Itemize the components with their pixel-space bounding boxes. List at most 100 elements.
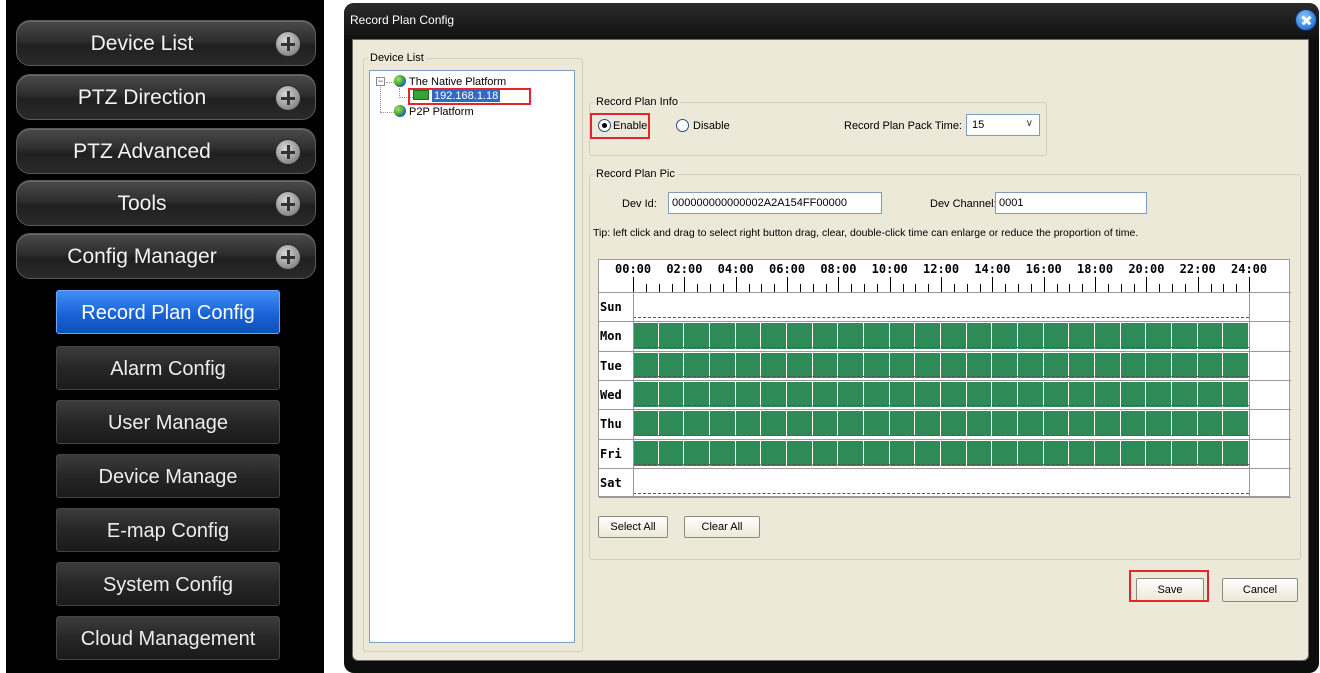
scheduled-hour-cell[interactable] [966,381,993,408]
scheduled-hour-cell[interactable] [684,381,710,408]
scheduled-hour-cell[interactable] [915,323,941,349]
scheduled-hour-cell[interactable] [658,323,685,349]
scheduled-hour-cell[interactable] [1018,352,1044,378]
submenu-e-map-config[interactable]: E-map Config [56,508,280,552]
scheduled-hour-cell[interactable] [658,381,685,408]
scheduled-hour-cell[interactable] [966,352,993,378]
chevron-down-icon[interactable]: ∨ [1026,118,1033,129]
scheduled-hour-cell[interactable] [761,323,787,349]
tree-node-native-platform[interactable]: The Native Platform [394,75,506,89]
scheduled-hour-cell[interactable] [838,323,864,349]
submenu-cloud-management[interactable]: Cloud Management [56,616,280,660]
scheduled-hour-cell[interactable] [889,440,916,466]
menu-group-ptz-advanced[interactable]: PTZ Advanced [16,128,316,174]
scheduled-hour-cell[interactable] [864,440,890,466]
scheduled-hour-cell[interactable] [812,440,839,466]
clear-all-button[interactable]: Clear All [684,516,760,538]
scheduled-hour-cell[interactable] [1197,352,1224,378]
expand-plus-icon[interactable] [275,191,301,217]
scheduled-hour-cell[interactable] [761,381,787,408]
scheduled-hour-cell[interactable] [1018,411,1044,437]
scheduled-hour-cell[interactable] [1043,440,1070,466]
scheduled-hour-cell[interactable] [1223,323,1249,349]
scheduled-hour-cell[interactable] [864,352,890,378]
scheduled-hour-cell[interactable] [761,411,787,437]
scheduled-hour-cell[interactable] [787,381,813,408]
scheduled-hour-cell[interactable] [1018,440,1044,466]
scheduled-hour-cell[interactable] [992,381,1018,408]
close-icon[interactable] [1295,9,1317,31]
menu-group-config-manager[interactable]: Config Manager [16,233,316,279]
scheduled-hour-cell[interactable] [1120,440,1147,466]
select-all-button[interactable]: Select All [598,516,668,538]
scheduled-hour-cell[interactable] [889,323,916,349]
scheduled-hour-cell[interactable] [658,440,685,466]
scheduled-hour-cell[interactable] [1146,381,1172,408]
scheduled-hour-cell[interactable] [633,381,659,408]
scheduled-hour-cell[interactable] [1120,381,1147,408]
disable-radio[interactable] [676,119,689,132]
scheduled-hour-cell[interactable] [1095,323,1121,349]
scheduled-hour-cell[interactable] [710,323,736,349]
scheduled-hour-cell[interactable] [1172,323,1198,349]
scheduled-hour-cell[interactable] [941,440,967,466]
scheduled-hour-cell[interactable] [787,352,813,378]
scheduled-hour-cell[interactable] [761,440,787,466]
scheduled-hour-cell[interactable] [735,323,762,349]
scheduled-hour-cell[interactable] [1146,352,1172,378]
scheduled-hour-cell[interactable] [1069,411,1095,437]
scheduled-hour-cell[interactable] [1120,352,1147,378]
scheduled-hour-cell[interactable] [735,352,762,378]
scheduled-hour-cell[interactable] [889,352,916,378]
scheduled-hour-cell[interactable] [633,323,659,349]
scheduled-hour-cell[interactable] [941,323,967,349]
submenu-record-plan-config[interactable]: Record Plan Config [56,290,280,334]
scheduled-hour-cell[interactable] [838,440,864,466]
scheduled-hour-cell[interactable] [787,411,813,437]
scheduled-hour-cell[interactable] [1095,411,1121,437]
scheduled-hour-cell[interactable] [1120,323,1147,349]
scheduled-hour-cell[interactable] [633,411,659,437]
scheduled-hour-cell[interactable] [992,440,1018,466]
scheduled-hour-cell[interactable] [1172,411,1198,437]
scheduled-hour-cell[interactable] [1043,411,1070,437]
scheduled-hour-cell[interactable] [889,381,916,408]
scheduled-hour-cell[interactable] [1120,411,1147,437]
cancel-button[interactable]: Cancel [1222,578,1298,602]
scheduled-hour-cell[interactable] [1197,411,1224,437]
scheduled-hour-cell[interactable] [941,352,967,378]
scheduled-hour-cell[interactable] [633,352,659,378]
scheduled-hour-cell[interactable] [1018,323,1044,349]
scheduled-hour-cell[interactable] [1172,381,1198,408]
scheduled-hour-cell[interactable] [684,411,710,437]
expand-plus-icon[interactable] [275,244,301,270]
device-tree[interactable]: − The Native Platform 192.168.1.18 P2P P… [369,70,575,643]
scheduled-hour-cell[interactable] [787,440,813,466]
scheduled-hour-cell[interactable] [684,440,710,466]
scheduled-hour-cell[interactable] [941,411,967,437]
scheduled-hour-cell[interactable] [1043,381,1070,408]
menu-group-device-list[interactable]: Device List [16,20,316,66]
scheduled-hour-cell[interactable] [864,323,890,349]
scheduled-hour-cell[interactable] [915,352,941,378]
scheduled-hour-cell[interactable] [1223,352,1249,378]
scheduled-hour-cell[interactable] [915,411,941,437]
scheduled-hour-cell[interactable] [1197,381,1224,408]
scheduled-hour-cell[interactable] [941,381,967,408]
scheduled-hour-cell[interactable] [915,381,941,408]
scheduled-hour-cell[interactable] [1197,323,1224,349]
dev-id-field[interactable]: 000000000000002A2A154FF00000 [668,192,882,214]
scheduled-hour-cell[interactable] [710,440,736,466]
expand-plus-icon[interactable] [275,139,301,165]
scheduled-hour-cell[interactable] [1018,381,1044,408]
scheduled-hour-cell[interactable] [812,381,839,408]
scheduled-hour-cell[interactable] [1043,323,1070,349]
scheduled-hour-cell[interactable] [710,381,736,408]
scheduled-hour-cell[interactable] [838,411,864,437]
scheduled-hour-cell[interactable] [761,352,787,378]
scheduled-hour-cell[interactable] [1069,440,1095,466]
submenu-device-manage[interactable]: Device Manage [56,454,280,498]
scheduled-hour-cell[interactable] [1069,381,1095,408]
dialog-title-bar[interactable]: Record Plan Config [344,3,1319,39]
scheduled-hour-cell[interactable] [992,323,1018,349]
